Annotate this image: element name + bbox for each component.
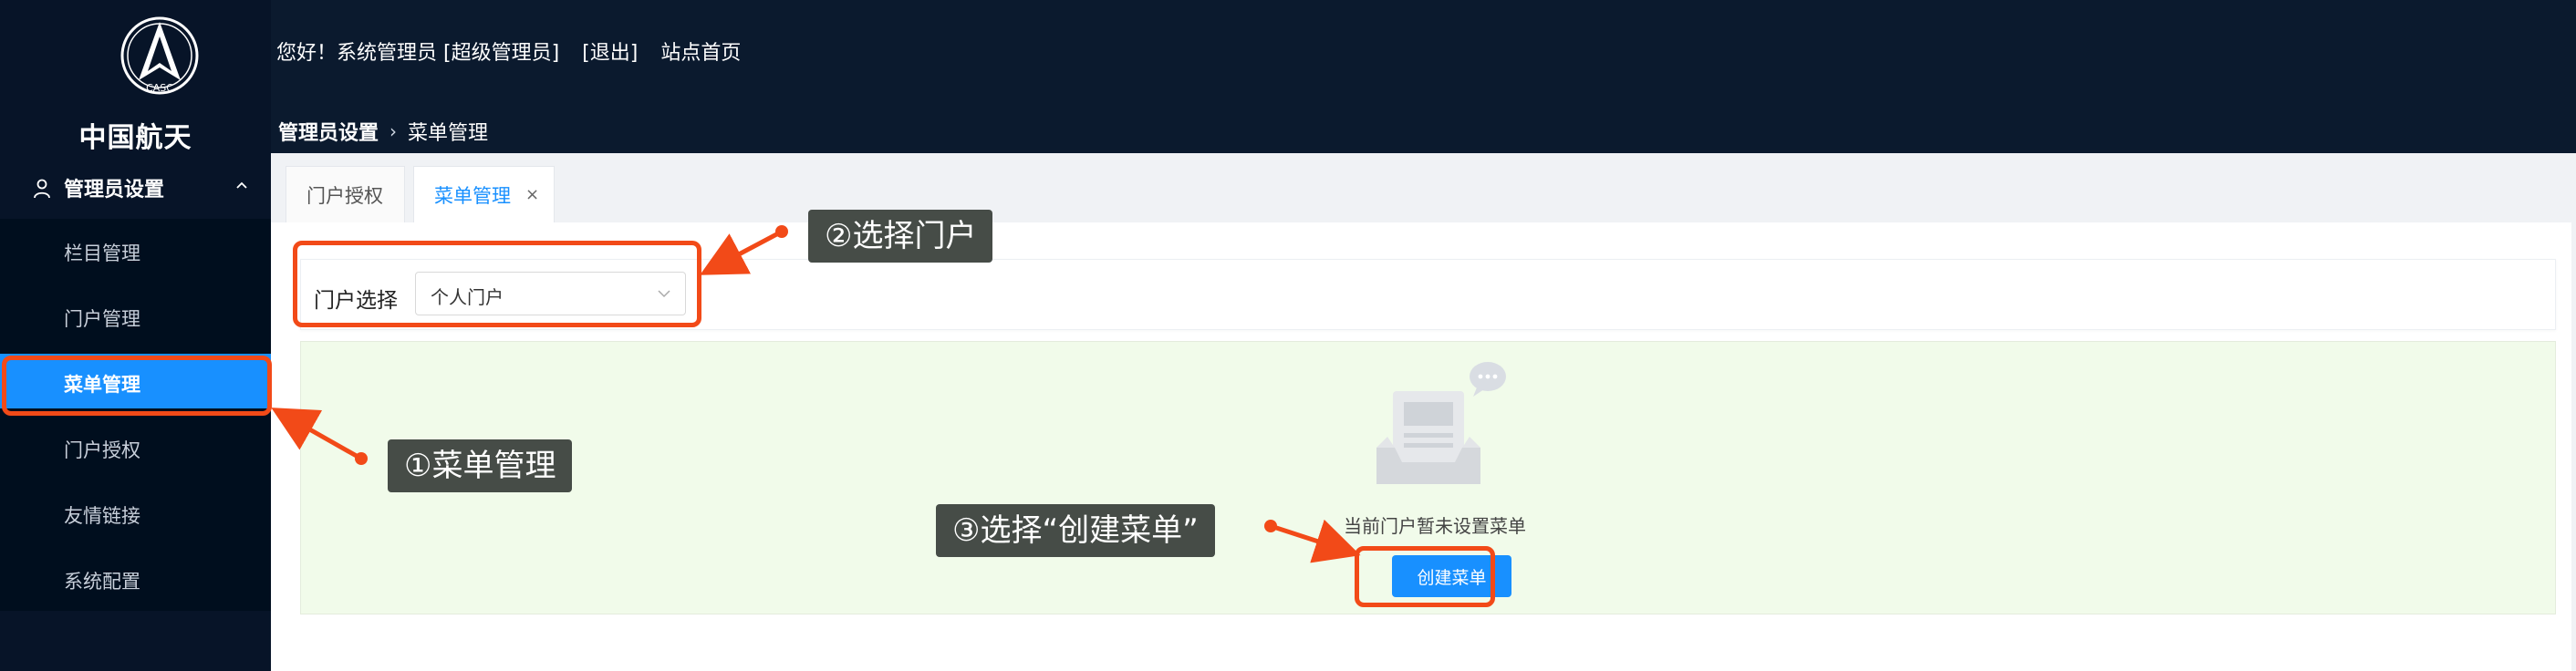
empty-inbox-icon <box>1376 362 1506 484</box>
tab-label: 门户授权 <box>306 185 383 207</box>
breadcrumb-parent[interactable]: 管理员设置 <box>278 117 379 146</box>
sidebar-item-label: 栏目管理 <box>64 243 140 264</box>
empty-state-message: 当前门户暂未设置菜单 <box>1344 515 1526 537</box>
emblem-text: CASC <box>146 82 173 94</box>
close-icon[interactable]: × <box>525 185 539 204</box>
casc-emblem-icon: CASC <box>120 16 199 95</box>
sidebar-menu: 栏目管理 门户管理 菜单管理 门户授权 友情链接 系统配置 <box>0 219 271 611</box>
home-link[interactable]: 站点首页 <box>660 42 741 65</box>
sidebar-item-label: 系统配置 <box>64 571 140 593</box>
portal-filter-row: 门户选择 个人门户 <box>300 259 2556 330</box>
portal-select-label: 门户选择 <box>314 289 398 313</box>
user-icon <box>34 179 50 199</box>
top-header: 您好！系统管理员 [超级管理员] [退出] 站点首页 管理员设置 › 菜单管理 <box>0 0 2576 153</box>
logout-link[interactable]: [退出] <box>582 42 638 65</box>
menu-group-label: 管理员设置 <box>64 179 165 201</box>
user-greeting-bar: 您好！系统管理员 [超级管理员] [退出] 站点首页 <box>276 36 757 66</box>
empty-state: 当前门户暂未设置菜单 创建菜单 <box>300 341 2556 614</box>
logo-title: 中国航天 <box>78 122 192 154</box>
portal-select[interactable]: 个人门户 <box>415 272 686 315</box>
logo: CASC 中国航天 <box>0 11 271 154</box>
main-content: 门户授权 菜单管理 × 门户选择 个人门户 当前门户暂未设置菜单 创建菜单 <box>271 153 2576 671</box>
tab-portal-authorization[interactable]: 门户授权 <box>286 166 405 222</box>
greeting-text: 您好！系统管理员 [超级管理员] <box>276 42 560 65</box>
breadcrumb-separator-icon: › <box>390 120 398 142</box>
chevron-up-icon <box>236 181 247 189</box>
breadcrumb: 管理员设置 › 菜单管理 <box>278 117 488 146</box>
create-menu-button[interactable]: 创建菜单 <box>1392 555 1511 597</box>
sidebar-item-portal-management[interactable]: 门户管理 <box>0 288 271 343</box>
tab-bar: 门户授权 菜单管理 × <box>271 153 2576 222</box>
sidebar: CASC 中国航天 管理员设置 栏目管理 门户管理 菜单管理 门户授权 友情链接… <box>0 0 271 671</box>
app-root: 您好！系统管理员 [超级管理员] [退出] 站点首页 管理员设置 › 菜单管理 … <box>0 0 2576 671</box>
sidebar-item-menu-management[interactable]: 菜单管理 <box>0 354 271 408</box>
breadcrumb-current: 菜单管理 <box>408 122 489 145</box>
tab-label: 菜单管理 <box>434 185 511 207</box>
sidebar-item-label: 门户管理 <box>64 308 140 330</box>
content-panel: 门户选择 个人门户 当前门户暂未设置菜单 创建菜单 <box>271 222 2571 671</box>
sidebar-item-column-management[interactable]: 栏目管理 <box>0 222 271 277</box>
sidebar-item-label: 门户授权 <box>64 439 140 461</box>
tab-menu-management[interactable]: 菜单管理 × <box>413 166 555 222</box>
sidebar-item-portal-authorization[interactable]: 门户授权 <box>0 419 271 474</box>
sidebar-item-label: 菜单管理 <box>64 374 140 396</box>
sidebar-item-label: 友情链接 <box>64 505 140 527</box>
chevron-down-icon <box>658 290 670 298</box>
portal-select-value: 个人门户 <box>431 286 504 308</box>
menu-group-admin-settings[interactable]: 管理员设置 <box>0 162 271 213</box>
sidebar-item-system-config[interactable]: 系统配置 <box>0 551 271 605</box>
sidebar-item-friendly-links[interactable]: 友情链接 <box>0 485 271 540</box>
